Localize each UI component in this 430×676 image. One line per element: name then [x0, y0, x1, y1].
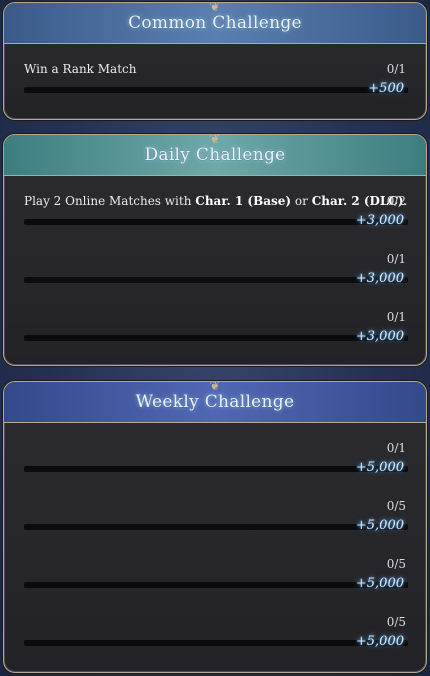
crest-ornament-icon: ❦ — [209, 381, 221, 394]
challenge-row[interactable]: 0/5 +5,000 — [4, 597, 426, 655]
progress-bar — [24, 335, 408, 341]
progress-bar — [24, 640, 408, 646]
reward-points: +5,000 — [355, 634, 404, 649]
progress-bar — [24, 87, 408, 93]
challenge-row[interactable]: 0/1 +5,000 — [4, 423, 426, 481]
challenge-count: 0/5 — [386, 615, 406, 629]
crest-ornament-icon: ❦ — [209, 134, 221, 147]
progress-bar — [24, 219, 408, 225]
challenge-count: 0/5 — [386, 499, 406, 513]
challenge-row[interactable]: Win a Rank Match 0/1 +500 — [4, 44, 426, 102]
reward-points: +3,000 — [355, 329, 404, 344]
challenge-row[interactable]: 0/5 +5,000 — [4, 539, 426, 597]
challenge-row[interactable]: 0/5 +5,000 — [4, 481, 426, 539]
challenge-count: 0/1 — [386, 62, 406, 76]
weekly-challenge-panel: ❦ Weekly Challenge 0/1 +5,000 0/5 +5,000… — [3, 381, 427, 673]
challenge-count: 0/1 — [386, 441, 406, 455]
progress-bar — [24, 277, 408, 283]
challenge-row[interactable]: Play 2 Online Matches with Char. 1 (Base… — [4, 176, 426, 234]
daily-challenge-header: ❦ Daily Challenge — [4, 135, 426, 176]
section-title: Common Challenge — [128, 13, 302, 33]
reward-points: +5,000 — [355, 460, 404, 475]
challenge-description: Win a Rank Match — [24, 62, 137, 76]
progress-bar — [24, 582, 408, 588]
section-title: Weekly Challenge — [135, 392, 295, 412]
challenge-description: Play 2 Online Matches with Char. 1 (Base… — [24, 194, 408, 208]
challenge-count: 0/1 — [386, 310, 406, 324]
challenge-count: 0/2 — [386, 194, 406, 208]
challenge-count: 0/5 — [386, 557, 406, 571]
challenge-row[interactable]: 0/1 +3,000 — [4, 234, 426, 292]
reward-points: +500 — [368, 81, 404, 96]
reward-points: +5,000 — [355, 518, 404, 533]
common-challenge-panel: ❦ Common Challenge Win a Rank Match 0/1 … — [3, 2, 427, 120]
weekly-challenge-header: ❦ Weekly Challenge — [4, 382, 426, 423]
section-title: Daily Challenge — [144, 145, 286, 165]
reward-points: +3,000 — [355, 271, 404, 286]
daily-challenge-panel: ❦ Daily Challenge Play 2 Online Matches … — [3, 134, 427, 366]
common-challenge-header: ❦ Common Challenge — [4, 3, 426, 44]
progress-bar — [24, 466, 408, 472]
challenge-count: 0/1 — [386, 252, 406, 266]
reward-points: +5,000 — [355, 576, 404, 591]
crest-ornament-icon: ❦ — [209, 2, 221, 15]
reward-points: +3,000 — [355, 213, 404, 228]
challenge-row[interactable]: 0/1 +3,000 — [4, 292, 426, 350]
progress-bar — [24, 524, 408, 530]
